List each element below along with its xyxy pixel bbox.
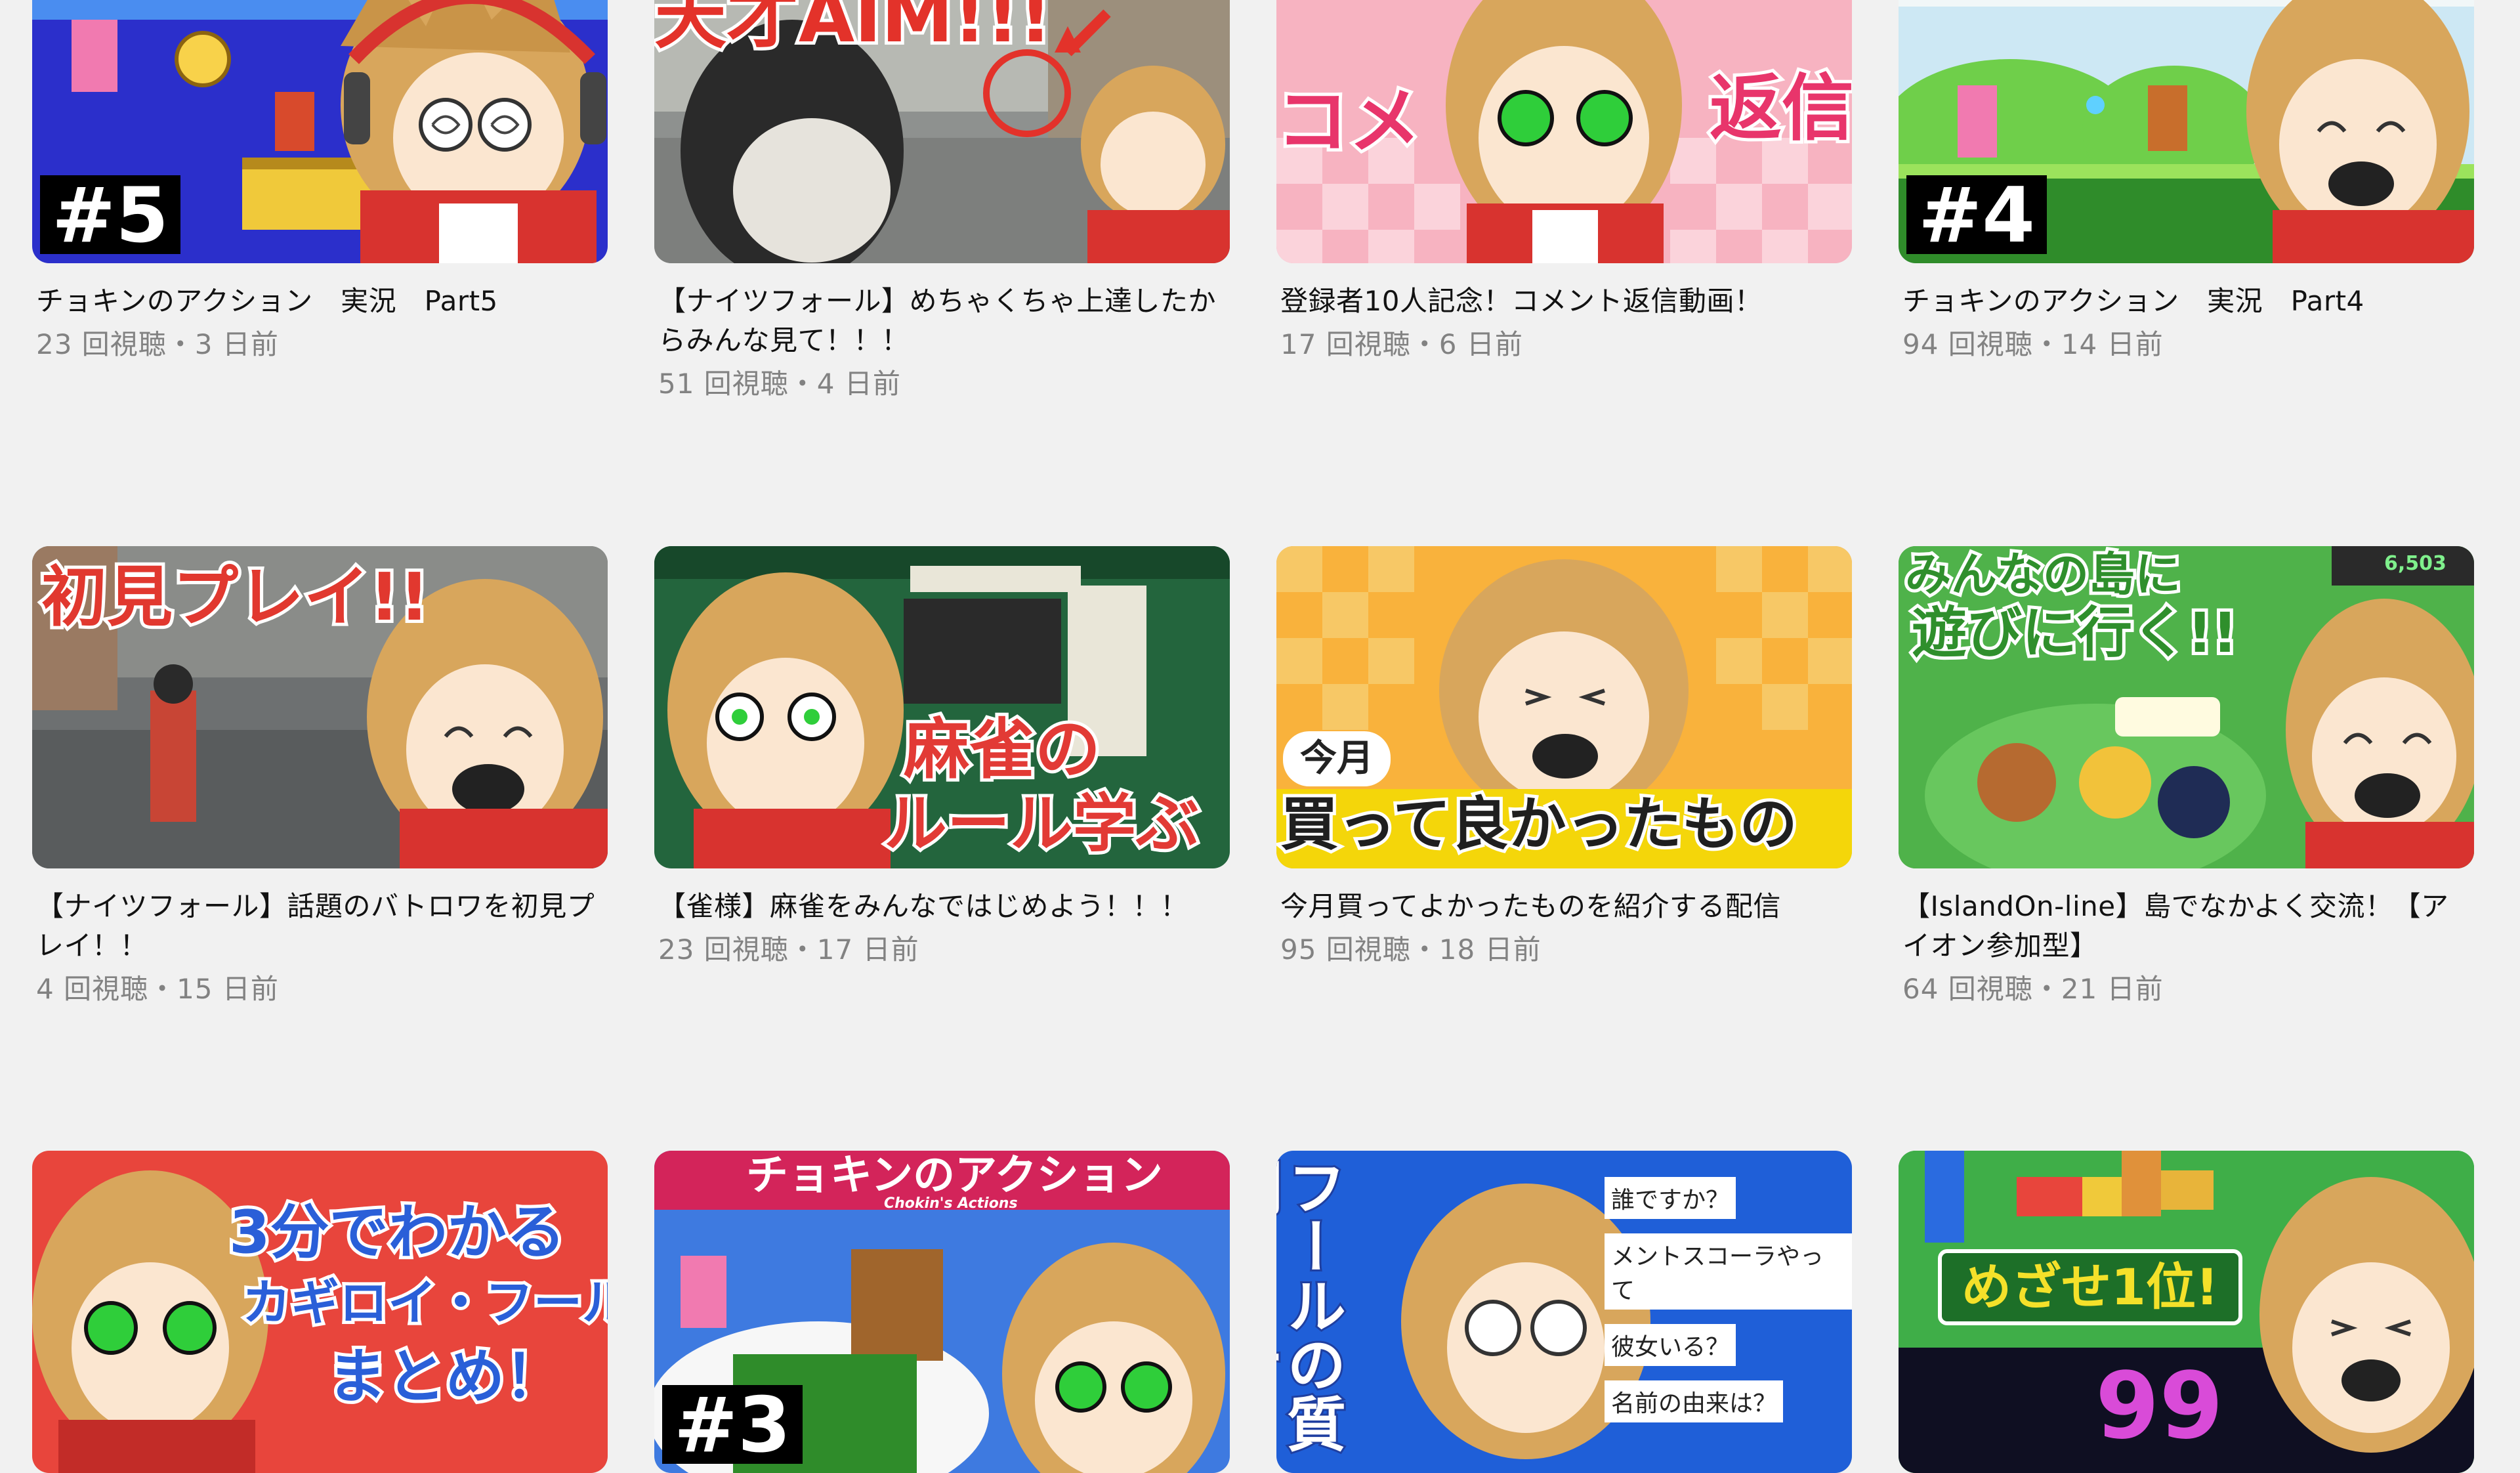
video-title[interactable]: 【雀様】麻雀をみんなではじめよう！！！ [654,887,1230,926]
video-grid: #5 チョキンのアクション 実況 Part5 23 回視聴・3 日前 天才AIM… [0,0,2520,1473]
vertical-title: フールの質問コーナー [1276,1155,1347,1455]
video-card[interactable]: #4 チョキンのアクション 実況 Part4 94 回視聴・14 日前 [1899,0,2474,362]
question-item: メントスコーラやって [1605,1233,1852,1310]
video-thumbnail[interactable]: チョキンのアクション Chokin's Actions #3 [654,1151,1230,1473]
video-title[interactable]: チョキンのアクション 実況 Part4 [1899,282,2474,321]
video-title[interactable]: 今月買ってよかったものを紹介する配信 [1276,887,1852,926]
thumbnail-caption: コメ [1276,79,1424,163]
video-thumbnail[interactable]: 6,503 みんなの島に 遊びに行く!! [1899,546,2474,868]
thumbnail-caption: めざせ1位! [1938,1249,2242,1325]
thumbnail-caption: 返信 [1706,66,1852,150]
thumbnail-caption: カギロイ・フール [239,1275,608,1331]
video-card[interactable]: めざせ1位! 99 [1899,1151,2474,1473]
episode-badge: #5 [40,175,180,254]
thumbnail-caption: チョキンのアクション [746,1151,1163,1200]
thumbnail-caption: 買って良かったもの [1277,790,1801,858]
video-thumbnail[interactable]: 天才AIM!!! [654,0,1230,263]
thumbnail-caption: 遊びに行く!! [1908,601,2241,665]
question-list: 誰ですか？ メントスコーラやって 彼女いる？ 名前の由来は？ [1605,1177,1852,1422]
video-thumbnail[interactable]: めざせ1位! 99 [1899,1151,2474,1473]
video-card[interactable]: チョキンのアクション Chokin's Actions #3 [654,1151,1230,1473]
video-thumbnail[interactable]: 初見プレイ!! [32,546,608,868]
video-thumbnail[interactable]: 3分でわかる カギロイ・フール まとめ！ [32,1151,608,1473]
video-thumbnail[interactable]: コメ 返信 [1276,0,1852,263]
thumbnail-caption: 麻雀の [900,711,1104,788]
video-title[interactable]: 【ナイツフォール】めちゃくちゃ上達したからみんな見て！！！ [654,282,1230,360]
video-meta: 4 回視聴・15 日前 [36,973,279,1005]
video-title[interactable]: チョキンのアクション 実況 Part5 [32,282,608,321]
video-card[interactable]: 天才AIM!!! 【ナイツフォール】めちゃくちゃ上達したからみんな見て！！！ 5… [654,0,1230,401]
thumbnail-caption: 3分でわかる [226,1198,569,1267]
thumbnail-subcaption: Chokin's Actions [884,1195,1018,1212]
thumbnail-caption: 初見プレイ!! [38,559,432,635]
thumbnail-caption: まとめ！ [324,1342,567,1411]
video-thumbnail[interactable]: 今月 買って良かったもの [1276,546,1852,868]
coin-counter: 6,503 [2384,552,2446,575]
video-card[interactable]: 今月 買って良かったもの 今月買ってよかったものを紹介する配信 95 回視聴・1… [1276,546,1852,967]
episode-badge: #4 [1906,175,2047,254]
video-title[interactable]: 【IslandOn-line】島でなかよく交流！【アイオン参加型】 [1899,887,2474,966]
video-meta: 95 回視聴・18 日前 [1280,933,1542,966]
video-meta: 17 回視聴・6 日前 [1280,328,1523,360]
video-meta: 23 回視聴・3 日前 [36,328,279,360]
question-item: 彼女いる？ [1605,1324,1736,1366]
video-card[interactable]: 3分でわかる カギロイ・フール まとめ！ [32,1151,608,1473]
video-thumbnail[interactable]: フールの質問コーナー 誰ですか？ メントスコーラやって 彼女いる？ 名前の由来は… [1276,1151,1852,1473]
video-card[interactable]: 6,503 みんなの島に 遊びに行く!! 【IslandOn-line】島でなか… [1899,546,2474,1006]
thumbnail-caption: 天才AIM!!! [654,0,1055,58]
question-item: 名前の由来は？ [1605,1380,1784,1422]
video-card[interactable]: 麻雀の ルール学ぶ 【雀様】麻雀をみんなではじめよう！！！ 23 回視聴・17 … [654,546,1230,967]
thumbnail-bubble: 今月 [1283,731,1391,786]
video-meta: 94 回視聴・14 日前 [1902,328,2164,360]
video-meta: 23 回視聴・17 日前 [658,933,919,966]
video-card[interactable]: フールの質問コーナー 誰ですか？ メントスコーラやって 彼女いる？ 名前の由来は… [1276,1151,1852,1473]
video-thumbnail[interactable]: #5 [32,0,608,263]
video-card[interactable]: #5 チョキンのアクション 実況 Part5 23 回視聴・3 日前 [32,0,608,362]
video-card[interactable]: コメ 返信 登録者10人記念！コメント返信動画！ 17 回視聴・6 日前 [1276,0,1852,362]
video-meta: 51 回視聴・4 日前 [658,368,901,400]
video-meta: 64 回視聴・21 日前 [1902,973,2164,1005]
video-title[interactable]: 登録者10人記念！コメント返信動画！ [1276,282,1852,321]
video-card[interactable]: 初見プレイ!! 【ナイツフォール】話題のバトロワを初見プレイ！！ 4 回視聴・1… [32,546,608,1006]
episode-badge: #3 [662,1385,803,1464]
question-item: 誰ですか？ [1605,1177,1736,1219]
game-logo: 99 [2095,1353,2223,1460]
thumbnail-caption: みんなの島に [1902,547,2184,601]
video-thumbnail[interactable]: 麻雀の ルール学ぶ [654,546,1230,868]
thumbnail-caption: ルール学ぶ [881,787,1202,861]
video-thumbnail[interactable]: #4 [1899,0,2474,263]
video-title[interactable]: 【ナイツフォール】話題のバトロワを初見プレイ！！ [32,887,608,966]
